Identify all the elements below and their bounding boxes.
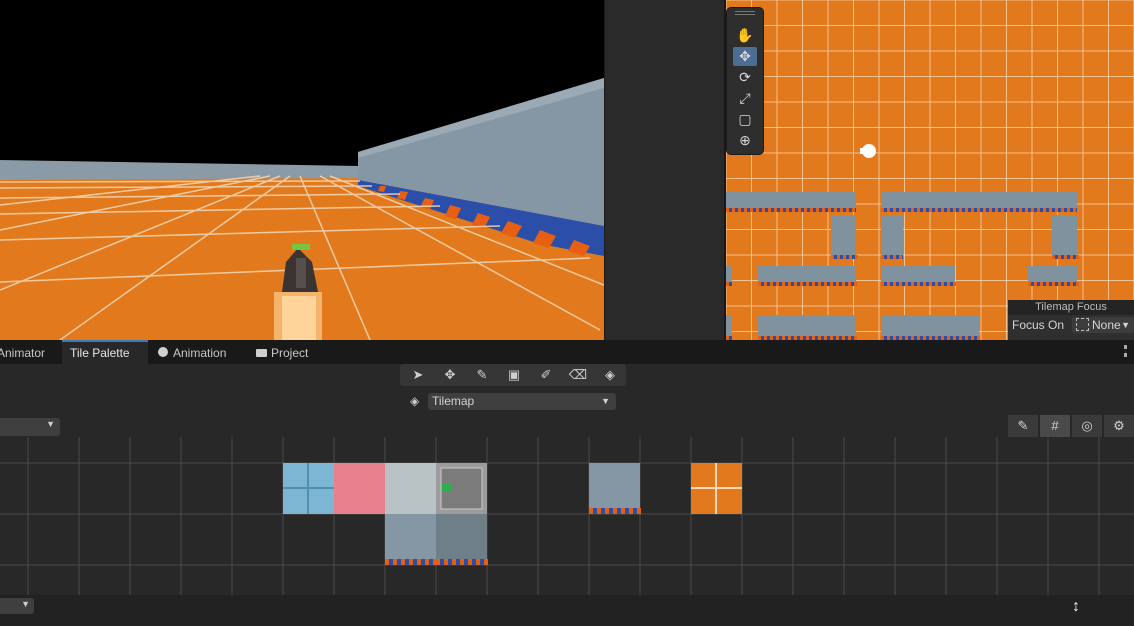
tab-project-label: Project: [271, 346, 309, 360]
focus-on-value: None: [1092, 318, 1121, 332]
palette-footer: [0, 595, 1134, 626]
editor-tab-bar: Animator Tile Palette Animation Project: [0, 340, 1134, 364]
view-divider: [604, 0, 725, 340]
chevron-down-icon: ▼: [1121, 320, 1130, 330]
tab-project[interactable]: Project: [252, 342, 322, 364]
brush-dropdown[interactable]: ▼: [0, 598, 34, 614]
tab-animator-label: Animator: [0, 346, 46, 360]
transform-tool-icon[interactable]: ⊕: [733, 131, 757, 150]
tab-tile-palette-label: Tile Palette: [70, 346, 130, 360]
gizmo-toggle-icon[interactable]: ◎: [1072, 415, 1103, 437]
tile-palette-grid[interactable]: [0, 437, 1134, 595]
settings-icon[interactable]: ⚙: [1104, 415, 1134, 437]
picker-icon[interactable]: ✐: [530, 364, 562, 386]
move-tool-icon[interactable]: ✥: [733, 47, 757, 66]
tab-tile-palette[interactable]: Tile Palette: [62, 340, 148, 364]
fill-bucket-icon[interactable]: ◈: [594, 364, 626, 386]
tab-animation-label: Animation: [173, 346, 227, 360]
folder-icon: [256, 349, 267, 357]
select-tool-icon[interactable]: ➤: [402, 364, 434, 386]
clock-icon: [158, 347, 168, 357]
tab-animator[interactable]: Animator: [0, 342, 60, 364]
eraser-icon[interactable]: ⌫: [562, 364, 594, 386]
tilemap-render: [726, 0, 1134, 340]
hand-tool-icon[interactable]: ✋: [733, 26, 757, 45]
more-menu-icon[interactable]: [1124, 345, 1130, 357]
edit-pencil-icon[interactable]: ✎: [1008, 415, 1039, 437]
tilemap-focus-panel: Tilemap Focus Focus On None ▼: [1008, 300, 1134, 340]
active-tilemap-dropdown[interactable]: Tilemap ▼: [428, 393, 616, 410]
scale-tool-icon[interactable]: ⤢: [733, 89, 757, 108]
layers-icon: ◈: [410, 394, 420, 408]
paint-brush-icon[interactable]: ✎: [466, 364, 498, 386]
focus-on-label: Focus On: [1012, 318, 1065, 332]
grid-toggle-icon[interactable]: #: [1040, 415, 1071, 437]
palette-edit-tools: ✎ # ◎ ⚙: [1008, 415, 1134, 437]
scene-view[interactable]: [724, 0, 1134, 340]
tile-grid-render: [0, 437, 1134, 595]
chevron-down-icon: ▼: [601, 396, 610, 406]
tab-animation[interactable]: Animation: [154, 342, 244, 364]
active-tilemap-value: Tilemap: [432, 394, 475, 408]
focus-on-dropdown[interactable]: None ▼: [1072, 317, 1134, 333]
resize-cursor-icon: ↕: [1072, 598, 1080, 615]
game-view: [0, 0, 604, 340]
chevron-down-icon: ▼: [46, 419, 55, 429]
focus-target-icon: [1076, 318, 1089, 331]
palette-tools: ➤ ✥ ✎ ▣ ✐ ⌫ ◈: [400, 364, 626, 386]
tilemap-focus-title: Tilemap Focus: [1008, 300, 1134, 315]
chevron-down-icon: ▼: [21, 599, 30, 609]
rotate-tool-icon[interactable]: ⟳: [733, 68, 757, 87]
move-tool-icon[interactable]: ✥: [434, 364, 466, 386]
drag-handle[interactable]: [735, 11, 755, 15]
box-fill-icon[interactable]: ▣: [498, 364, 530, 386]
game-scene-render: [0, 0, 604, 340]
palette-dropdown[interactable]: ▼: [0, 418, 60, 436]
scene-tools-overlay: ✋ ✥ ⟳ ⤢ ▢ ⊕: [727, 8, 763, 154]
rect-tool-icon[interactable]: ▢: [733, 110, 757, 129]
